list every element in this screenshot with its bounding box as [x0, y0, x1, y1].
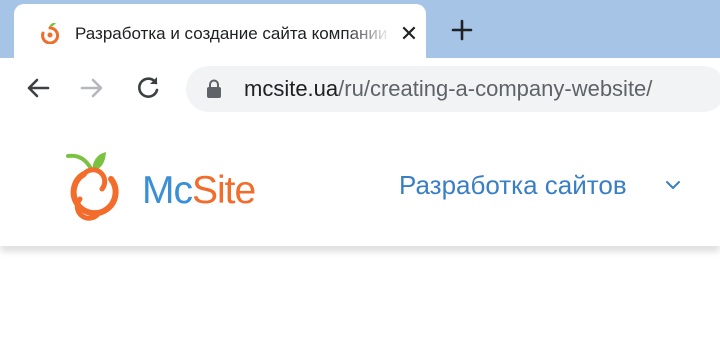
browser-tabstrip: Разработка и создание сайта компании ✕	[0, 0, 720, 58]
nav-development-link[interactable]: Разработка сайтов	[399, 169, 627, 201]
logo-icon[interactable]	[62, 149, 124, 221]
forward-arrow-icon[interactable]	[78, 74, 106, 102]
plus-icon[interactable]	[448, 16, 476, 44]
close-icon[interactable]: ✕	[398, 23, 420, 45]
browser-toolbar: mcsite.ua/ru/creating-a-company-website/	[0, 58, 720, 122]
chevron-down-icon[interactable]	[664, 178, 682, 192]
logo-text-site: Site	[192, 169, 256, 212]
tab-title-fade	[344, 22, 392, 46]
reload-icon[interactable]	[134, 74, 162, 102]
site-header: McSite Разработка сайтов	[0, 122, 720, 246]
url-host: mcsite.ua	[244, 76, 339, 101]
back-arrow-icon[interactable]	[24, 74, 52, 102]
url-text: mcsite.ua/ru/creating-a-company-website/	[244, 75, 652, 103]
lock-icon	[207, 79, 221, 98]
url-path: /ru/creating-a-company-website/	[338, 76, 653, 101]
tab-title: Разработка и создание сайта компании	[75, 24, 388, 43]
logo-text-mc: Mc	[142, 169, 193, 212]
logo-wordmark[interactable]: McSite	[142, 169, 256, 213]
browser-tab[interactable]: Разработка и создание сайта компании ✕	[14, 4, 426, 58]
address-bar[interactable]: mcsite.ua/ru/creating-a-company-website/	[186, 66, 720, 112]
favicon-icon	[41, 22, 60, 44]
